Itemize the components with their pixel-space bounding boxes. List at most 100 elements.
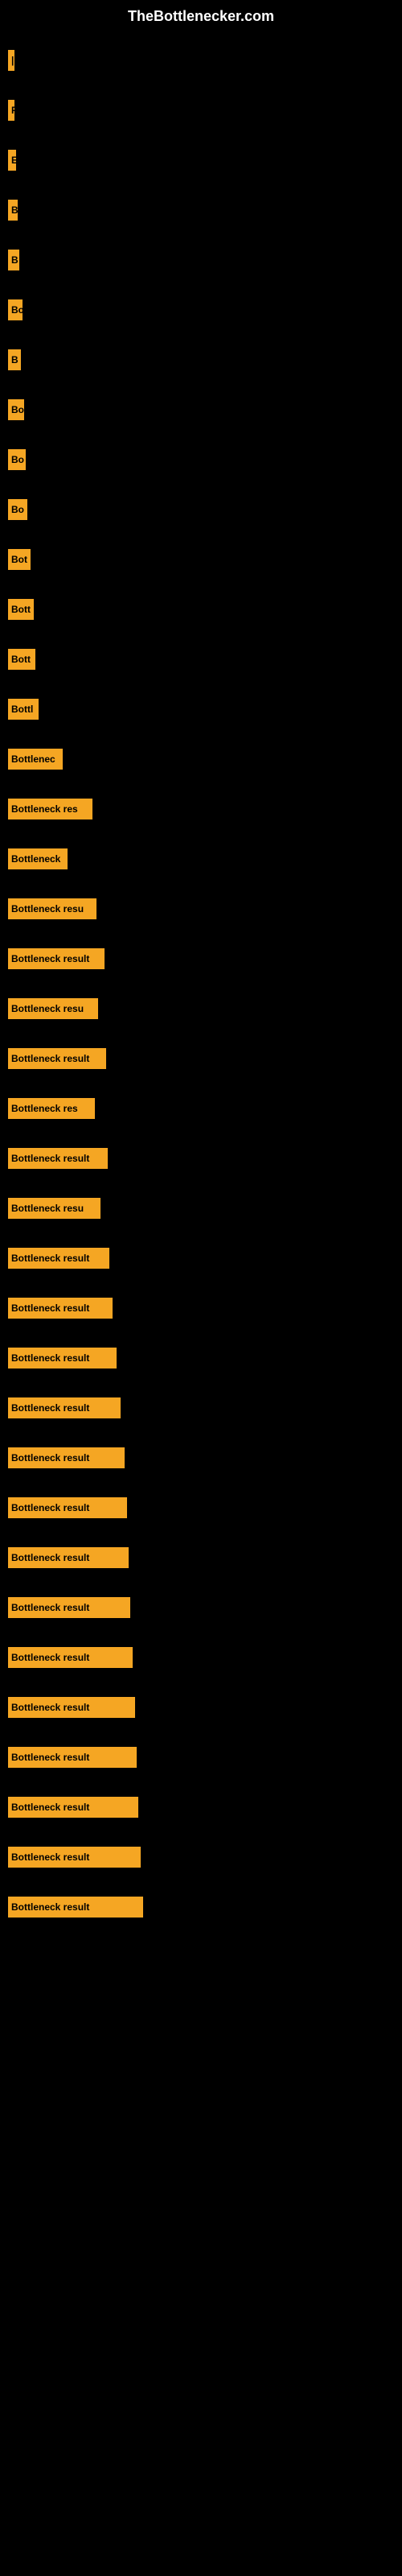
bar-row: Bott <box>8 594 394 625</box>
bar-spacer <box>8 1626 394 1642</box>
bar-spacer <box>8 1127 394 1143</box>
bar-label: | <box>8 50 14 71</box>
bar-spacer <box>8 179 394 195</box>
bar-label: Bottleneck result <box>8 1847 141 1868</box>
bar-row: Bottleneck result <box>8 1742 394 1773</box>
bar-row: Bottleneck result <box>8 1343 394 1373</box>
bar-label: Bottleneck result <box>8 1497 127 1518</box>
bar-row: Bottleneck result <box>8 1293 394 1323</box>
bar-row: P <box>8 95 394 126</box>
bar-row: Bottleneck result <box>8 1792 394 1823</box>
bar-spacer <box>8 578 394 594</box>
bar-spacer <box>8 828 394 844</box>
bar-label: Bottleneck result <box>8 1897 143 1918</box>
bar-spacer <box>8 977 394 993</box>
bar-spacer <box>8 428 394 444</box>
bar-row: Bottleneck resu <box>8 993 394 1024</box>
bar-row: Bottleneck result <box>8 1043 394 1074</box>
bar-row: Bottleneck res <box>8 1093 394 1124</box>
bar-spacer <box>8 1227 394 1243</box>
bar-row: Bottleneck result <box>8 1592 394 1623</box>
bar-label: Bottleneck result <box>8 1397 121 1418</box>
bar-label: Bo <box>8 499 27 520</box>
bar-label: Bottleneck result <box>8 1647 133 1668</box>
bar-row: Bottleneck result <box>8 943 394 974</box>
bar-row: Bottleneck result <box>8 1443 394 1473</box>
bar-row: Bot <box>8 544 394 575</box>
bar-spacer <box>8 478 394 494</box>
bar-label: Bottl <box>8 699 39 720</box>
bar-label: B <box>8 349 21 370</box>
bar-spacer <box>8 129 394 145</box>
bar-spacer <box>8 328 394 345</box>
bar-spacer <box>8 728 394 744</box>
bar-row: Bottleneck resu <box>8 1193 394 1224</box>
bar-label: Bottleneck result <box>8 1148 108 1169</box>
bar-spacer <box>8 79 394 95</box>
bar-label: Bott <box>8 599 34 620</box>
bar-row: Bottleneck result <box>8 1143 394 1174</box>
bar-row: Bo <box>8 494 394 525</box>
bar-row: | <box>8 45 394 76</box>
bar-label: Bottleneck res <box>8 799 92 819</box>
bar-row: Bo <box>8 295 394 325</box>
bar-label: Bottleneck result <box>8 1248 109 1269</box>
bar-spacer <box>8 1277 394 1293</box>
bar-label: B <box>8 250 19 270</box>
bars-container: | P E B B Bo B Bo Bo Bo Bot Bott Bott Bottl Bottlenec B… <box>0 29 402 1950</box>
bar-spacer <box>8 1526 394 1542</box>
bar-label: Bo <box>8 399 24 420</box>
bar-spacer <box>8 1576 394 1592</box>
bar-spacer <box>8 678 394 694</box>
bar-spacer <box>8 877 394 894</box>
bar-label: Bottleneck <box>8 848 68 869</box>
bar-spacer <box>8 1776 394 1792</box>
bar-row: Bottleneck resu <box>8 894 394 924</box>
bar-spacer <box>8 1426 394 1443</box>
bar-label: Bottleneck result <box>8 948 105 969</box>
bar-spacer <box>8 1077 394 1093</box>
bar-label: Bo <box>8 449 26 470</box>
bar-label: Bottleneck result <box>8 1797 138 1818</box>
bar-spacer <box>8 1027 394 1043</box>
bar-spacer <box>8 1377 394 1393</box>
bar-row: Bottleneck result <box>8 1842 394 1872</box>
bar-label: Bottleneck result <box>8 1697 135 1718</box>
bar-label: Bottleneck result <box>8 1298 113 1319</box>
bar-label: P <box>8 100 14 121</box>
bar-spacer <box>8 1726 394 1742</box>
bar-label: E <box>8 150 16 171</box>
bar-spacer <box>8 1876 394 1892</box>
bar-row: Bottleneck result <box>8 1243 394 1274</box>
bar-row: Bottleneck result <box>8 1642 394 1673</box>
bar-label: Bo <box>8 299 23 320</box>
bar-label: Bottleneck res <box>8 1098 95 1119</box>
bar-spacer <box>8 778 394 794</box>
bar-row: Bottleneck result <box>8 1692 394 1723</box>
bar-label: Bottleneck result <box>8 1597 130 1618</box>
bar-label: Bottleneck resu <box>8 898 96 919</box>
bar-spacer <box>8 1676 394 1692</box>
bar-row: Bo <box>8 444 394 475</box>
bar-row: Bottleneck <box>8 844 394 874</box>
bar-spacer <box>8 229 394 245</box>
bar-spacer <box>8 927 394 943</box>
bar-spacer <box>8 378 394 394</box>
bar-label: Bott <box>8 649 35 670</box>
bar-label: Bottleneck result <box>8 1547 129 1568</box>
bar-label: Bottleneck result <box>8 1048 106 1069</box>
bar-spacer <box>8 1177 394 1193</box>
bar-spacer <box>8 528 394 544</box>
bar-label: Bottleneck result <box>8 1447 125 1468</box>
bar-label: Bottleneck resu <box>8 1198 100 1219</box>
bar-label: Bottleneck result <box>8 1747 137 1768</box>
bar-row: Bottleneck res <box>8 794 394 824</box>
bar-spacer <box>8 1826 394 1842</box>
bar-spacer <box>8 1926 394 1942</box>
bar-spacer <box>8 1327 394 1343</box>
bar-spacer <box>8 628 394 644</box>
bar-row: Bo <box>8 394 394 425</box>
bar-row: Bottl <box>8 694 394 724</box>
bar-label: Bottlenec <box>8 749 63 770</box>
bar-row: B <box>8 195 394 225</box>
